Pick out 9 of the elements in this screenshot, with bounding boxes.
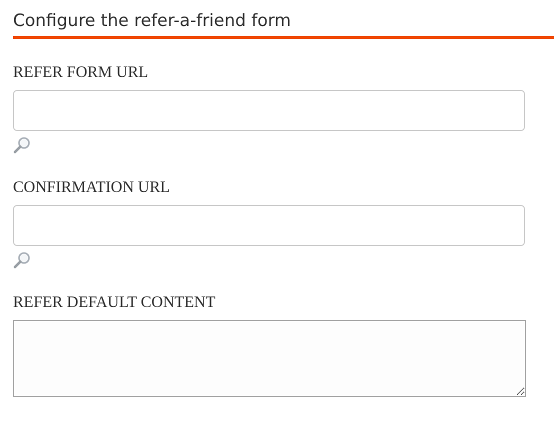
text-area[interactable] xyxy=(13,320,526,397)
search-icon[interactable] xyxy=(13,251,31,269)
field-label: CONFIRMATION URL xyxy=(13,178,171,198)
section-title: Configure the refer-a-friend form xyxy=(13,10,292,33)
field-label: REFER FORM URL xyxy=(13,63,150,83)
search-icon[interactable] xyxy=(13,136,31,154)
field-label: REFER DEFAULT CONTENT xyxy=(13,293,216,313)
input-field[interactable] xyxy=(13,90,525,131)
input-field[interactable] xyxy=(13,205,525,246)
